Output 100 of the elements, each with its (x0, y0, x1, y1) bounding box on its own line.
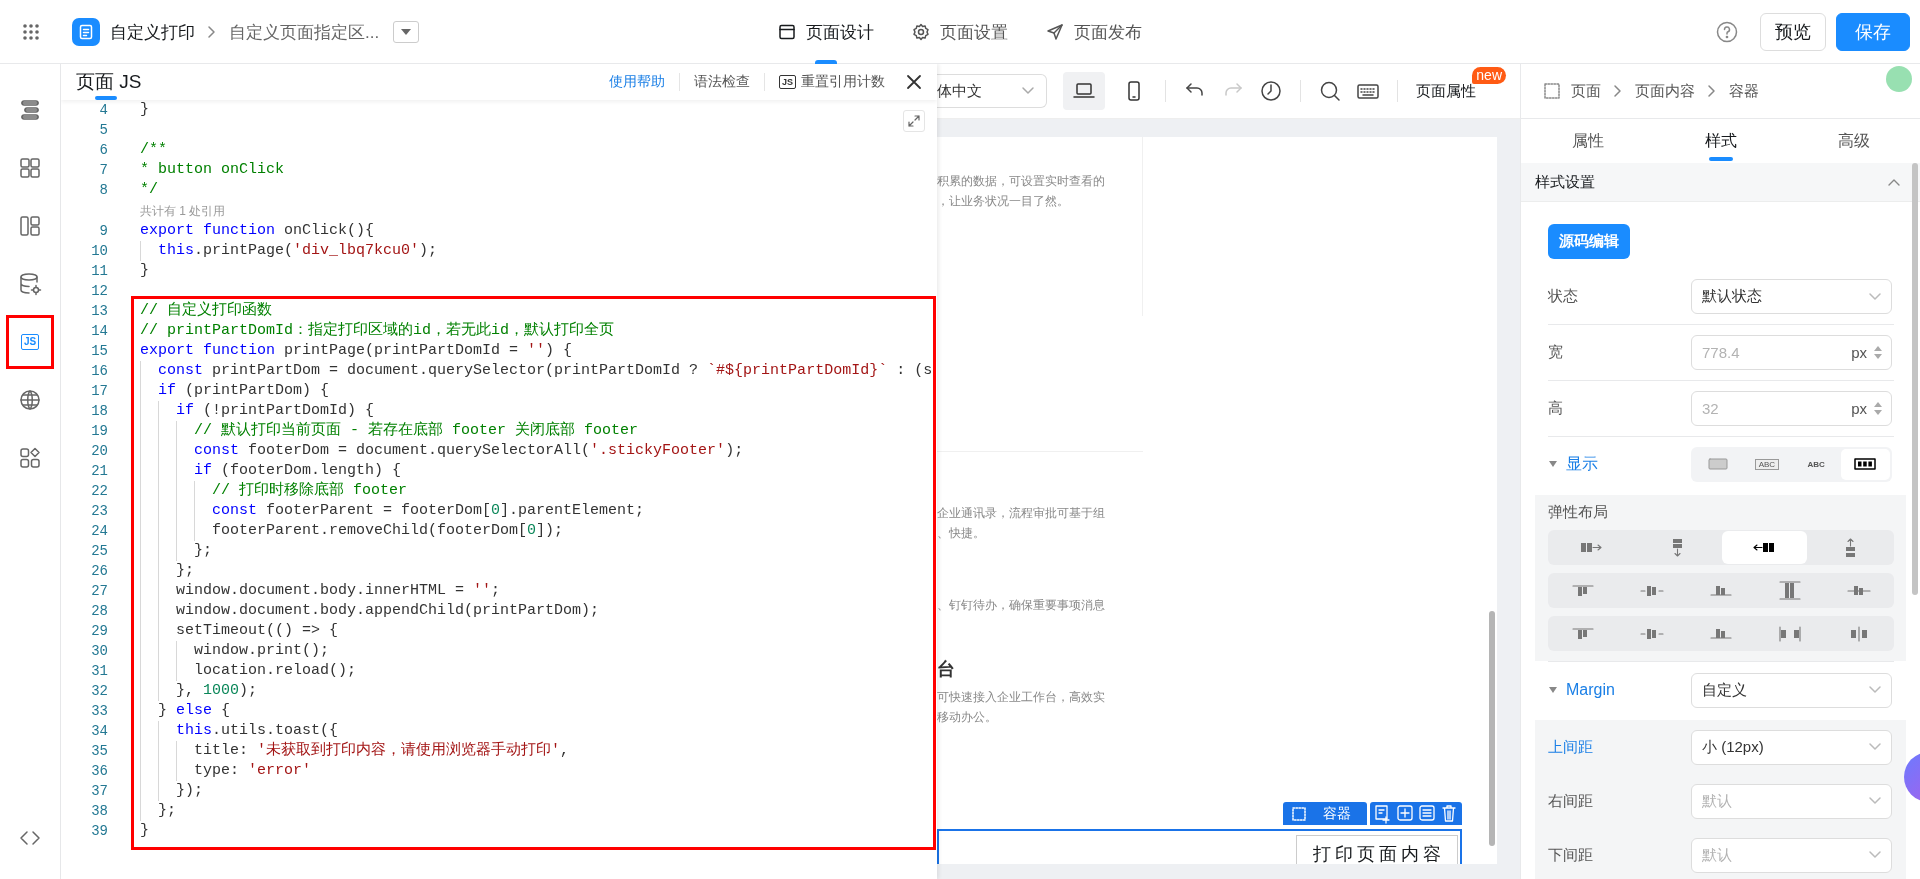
breadcrumb-item[interactable]: 容器 (1729, 81, 1759, 101)
select-field[interactable]: 自定义 (1691, 672, 1892, 708)
layout-icon (18, 214, 42, 238)
document-icon (78, 24, 94, 40)
panel-title: 页面 JS (76, 71, 142, 92)
outline-icon (18, 98, 42, 122)
breadcrumb-item[interactable]: 页面内容 (1635, 81, 1695, 101)
help-icon[interactable] (1716, 21, 1738, 43)
js-icon: JS (779, 75, 796, 89)
display-option[interactable]: ABC (1791, 448, 1841, 480)
layout-option[interactable] (1722, 531, 1807, 564)
line-number: 12 (90, 282, 109, 301)
arrow-down-icon (1672, 538, 1684, 557)
number-field[interactable]: 32 px (1691, 391, 1892, 426)
display-option[interactable] (1840, 448, 1890, 480)
triangle-down-icon[interactable] (1548, 459, 1558, 469)
apps-icon (18, 446, 42, 470)
print-button[interactable]: 打印页面内容 (1296, 835, 1458, 864)
line-number: 7 (98, 161, 109, 180)
description-text: 移动办公。 (937, 709, 998, 726)
database-icon (18, 272, 42, 296)
line-number: 34 (90, 722, 109, 741)
number-input[interactable]: 32 (1702, 397, 1812, 420)
line-number: 33 (90, 702, 109, 721)
settings-icon (912, 23, 930, 41)
line-number: 32 (90, 682, 109, 701)
language-select[interactable]: 体中文 (937, 74, 1047, 108)
close-icon[interactable] (905, 73, 923, 91)
line-number: 5 (98, 121, 109, 140)
nav-tab[interactable]: 页面设置 (908, 0, 1012, 64)
code-line: * button onClick (140, 160, 285, 180)
app-grid-icon[interactable] (22, 23, 40, 41)
panel-tab[interactable]: 样式 (1654, 119, 1787, 163)
panel-tab[interactable]: 高级 (1787, 119, 1920, 163)
line-number: 23 (90, 502, 109, 521)
delete-icon[interactable] (1440, 803, 1458, 824)
line-number: 38 (90, 802, 109, 821)
edit-icon[interactable] (1374, 803, 1392, 824)
line-number: 20 (90, 442, 109, 461)
line-number: 22 (90, 482, 109, 501)
tab-indicator (95, 96, 117, 100)
preview-button[interactable]: 预览 (1760, 13, 1826, 51)
line-number: 18 (90, 402, 109, 421)
scrollbar[interactable] (1912, 163, 1918, 595)
new-badge: new (1472, 66, 1506, 84)
panel-tab[interactable]: 属性 (1521, 119, 1654, 163)
line-number: 11 (90, 262, 109, 281)
field-label: 高 (1548, 399, 1564, 418)
triangle-down-icon[interactable] (1548, 685, 1558, 695)
line-number: 39 (90, 822, 109, 841)
line-number: 9 (98, 222, 109, 241)
align-start-icon (1571, 627, 1594, 640)
line-number: 16 (90, 362, 109, 381)
spin-down-icon[interactable] (1873, 354, 1883, 360)
page-properties-button[interactable]: 页面属性 (1412, 81, 1480, 101)
select-field[interactable]: 小 (12px) (1691, 729, 1892, 765)
nav-tab[interactable]: 页面设计 (774, 0, 878, 64)
nav-tab[interactable]: 页面发布 (1042, 0, 1146, 64)
breadcrumb-item[interactable]: 页面 (1571, 81, 1601, 101)
line-number: 35 (90, 742, 109, 761)
expand-button[interactable] (903, 110, 925, 132)
copy-icon[interactable] (1418, 803, 1436, 824)
code-line: // 自定义打印函数 (140, 301, 272, 321)
device-toggle[interactable] (1063, 72, 1105, 110)
dropdown-button[interactable] (393, 21, 420, 43)
help-link[interactable]: 使用帮助 (595, 73, 679, 91)
line-number: 17 (90, 382, 109, 401)
line-number: 27 (90, 582, 109, 601)
select-field[interactable]: 默认状态 (1691, 279, 1892, 314)
display-option[interactable]: ABC (1742, 448, 1792, 480)
line-number: 8 (98, 181, 109, 200)
arrow-right-icon (1580, 542, 1603, 553)
baseline-icon (1847, 585, 1872, 596)
line-number: 31 (90, 662, 109, 681)
number-input[interactable]: 778.4 (1702, 341, 1812, 364)
align-end-icon (1710, 628, 1732, 639)
align-center-icon (1639, 584, 1664, 597)
group-label: 显示 (1566, 453, 1598, 474)
line-number: 26 (90, 562, 109, 581)
spin-up-icon[interactable] (1873, 345, 1883, 351)
spin-down-icon[interactable] (1873, 410, 1883, 416)
number-field[interactable]: 778.4 px (1691, 335, 1892, 370)
search-icon (1318, 79, 1342, 103)
status-dot (1886, 66, 1912, 92)
unit-label: px (1851, 400, 1867, 417)
container-icon (1291, 805, 1307, 822)
rail-button[interactable]: JS (6, 315, 54, 369)
field-label: 下间距 (1548, 845, 1594, 865)
scrollbar[interactable] (1489, 611, 1495, 846)
reset-button[interactable]: JS 重置引用计数 (764, 73, 899, 91)
spin-up-icon[interactable] (1873, 401, 1883, 407)
description-text: 积累的数据，可设置实时查看的 (937, 173, 1106, 190)
code-line: export function printPage(printPartDomId = '') { (140, 341, 573, 361)
component-tag[interactable]: 容器 (1283, 802, 1367, 825)
unit-label: px (1851, 344, 1867, 361)
toolbar-button[interactable]: 语法检查 (679, 73, 764, 91)
add-icon[interactable] (1396, 803, 1414, 824)
line-number: 13 (90, 302, 109, 321)
line-number: 6 (98, 141, 109, 160)
align-start-icon (1571, 584, 1594, 597)
